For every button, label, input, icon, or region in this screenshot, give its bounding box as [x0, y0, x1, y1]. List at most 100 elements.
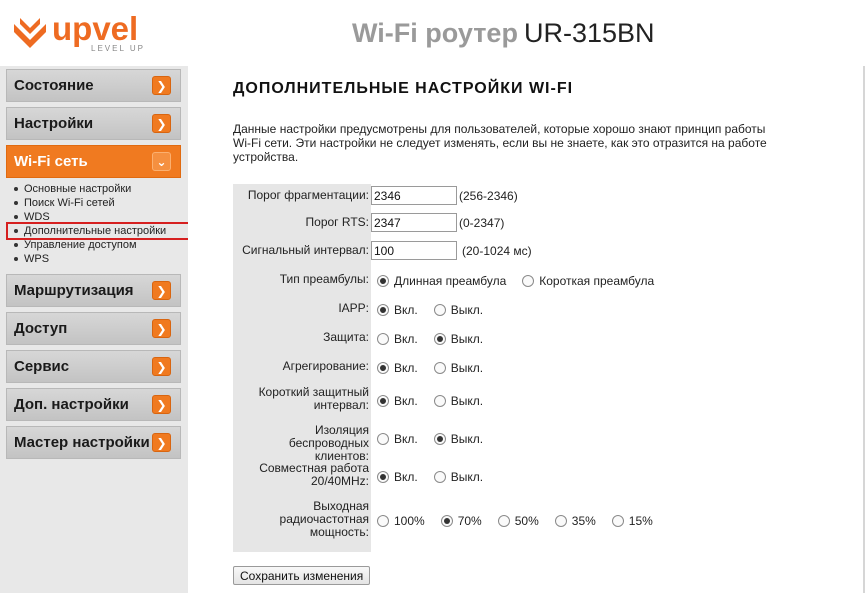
preamble-label: Тип преамбулы:	[279, 272, 369, 286]
coexist-on-label: Вкл.	[394, 470, 418, 484]
short-gi-off-radio[interactable]	[433, 395, 446, 407]
coexist-off-label: Выкл.	[450, 470, 484, 484]
submenu-item-access-control[interactable]: Управление доступом	[14, 238, 186, 252]
chevron-right-icon: ❯	[152, 433, 171, 452]
page-title: ДОПОЛНИТЕЛЬНЫЕ НАСТРОЙКИ WI-FI	[233, 80, 574, 97]
row-rf-power: Выходная радиочастотная мощность: 100% 7…	[233, 500, 863, 542]
power-100-radio[interactable]	[377, 515, 389, 527]
chevron-right-icon: ❯	[152, 319, 171, 338]
isolation-on-radio[interactable]	[377, 433, 389, 445]
iapp-off-radio[interactable]	[433, 304, 446, 316]
row-client-isolation: Изоляция беспроводных клиентов: Вкл. Вык…	[233, 424, 863, 463]
power-50-radio[interactable]	[497, 515, 510, 527]
rts-range: (0-2347)	[459, 215, 505, 230]
power-100-label: 100%	[394, 514, 425, 528]
iapp-on-label: Вкл.	[394, 303, 418, 317]
iapp-label: IAPP:	[338, 301, 369, 315]
preamble-short-radio[interactable]	[522, 275, 535, 287]
rts-input[interactable]	[371, 213, 457, 232]
short-gi-on-radio[interactable]	[377, 395, 389, 407]
router-title: Wi-Fi роутер UR-315BN	[352, 18, 655, 49]
protection-on-radio[interactable]	[377, 333, 389, 345]
chevron-right-icon: ❯	[152, 281, 171, 300]
sidebar-item-label: Состояние	[14, 77, 94, 94]
protection-off-label: Выкл.	[450, 332, 484, 346]
iapp-on-radio[interactable]	[377, 304, 389, 316]
chevron-right-icon: ❯	[152, 395, 171, 414]
sidebar: Состояние ❯ Настройки ❯ Wi-Fi сеть ⌄ Осн…	[0, 66, 190, 593]
save-changes-button[interactable]: Сохранить изменения	[233, 566, 371, 585]
isolation-label: Изоляция беспроводных клиентов:	[288, 423, 369, 463]
logo-chevron-icon	[14, 18, 46, 48]
short-gi-label: Короткий защитный интервал:	[258, 385, 369, 412]
isolation-off-radio[interactable]	[433, 433, 446, 445]
row-preamble: Тип преамбулы: Длинная преамбула Коротка…	[233, 273, 863, 289]
page-description: Данные настройки предусмотрены для польз…	[233, 122, 767, 164]
upvel-logo[interactable]: upvel LEVEL UP	[12, 10, 162, 56]
beacon-range: (20-1024 мс)	[462, 243, 532, 258]
coexist-on-radio[interactable]	[377, 471, 389, 483]
sidebar-item-routing[interactable]: Маршрутизация ❯	[6, 274, 181, 307]
preamble-long-radio[interactable]	[377, 275, 389, 287]
beacon-label: Сигнальный интервал:	[242, 243, 369, 257]
router-title-prefix: Wi-Fi роутер	[352, 18, 518, 48]
iapp-off-label: Выкл.	[450, 303, 484, 317]
short-gi-on-label: Вкл.	[394, 394, 418, 408]
fragmentation-range: (256-2346)	[459, 188, 518, 203]
sidebar-item-service[interactable]: Сервис ❯	[6, 350, 181, 383]
coexist-label: Совместная работа 20/40MHz:	[259, 461, 369, 488]
sidebar-item-label: Мастер настройки	[14, 434, 150, 451]
sidebar-item-status[interactable]: Состояние ❯	[6, 69, 181, 102]
sidebar-item-label: Маршрутизация	[14, 282, 134, 299]
isolation-on-label: Вкл.	[394, 432, 418, 446]
power-35-radio[interactable]	[554, 515, 567, 527]
fragmentation-input[interactable]	[371, 186, 457, 205]
router-model: UR-315BN	[523, 18, 655, 48]
submenu-item-basic[interactable]: Основные настройки	[14, 182, 186, 196]
sidebar-item-label: Настройки	[14, 115, 94, 132]
preamble-long-label: Длинная преамбула	[394, 274, 507, 288]
sidebar-item-access[interactable]: Доступ ❯	[6, 312, 181, 345]
logo-wordmark: upvel	[52, 10, 139, 47]
row-beacon-interval: Сигнальный интервал: (20-1024 мс)	[233, 241, 863, 261]
main-content: ДОПОЛНИТЕЛЬНЫЕ НАСТРОЙКИ WI-FI Данные на…	[188, 66, 863, 593]
submenu-item-wps[interactable]: WPS	[14, 252, 186, 266]
power-70-radio[interactable]	[440, 515, 453, 527]
chevron-right-icon: ❯	[152, 76, 171, 95]
beacon-input[interactable]	[371, 241, 457, 260]
aggregation-off-radio[interactable]	[433, 362, 446, 374]
chevron-right-icon: ❯	[152, 114, 171, 133]
submenu-item-advanced[interactable]: Дополнительные настройки	[6, 222, 190, 240]
chevron-right-icon: ❯	[152, 357, 171, 376]
logo-tagline: LEVEL UP	[91, 44, 145, 53]
sidebar-item-settings[interactable]: Настройки ❯	[6, 107, 181, 140]
row-iapp: IAPP: Вкл. Выкл.	[233, 302, 863, 318]
aggregation-on-label: Вкл.	[394, 361, 418, 375]
chevron-down-icon: ⌄	[152, 152, 171, 171]
aggregation-label: Агрегирование:	[282, 359, 369, 373]
row-short-guard-interval: Короткий защитный интервал: Вкл. Выкл.	[233, 386, 863, 414]
fragmentation-label: Порог фрагментации:	[247, 188, 369, 202]
sidebar-item-label: Сервис	[14, 358, 70, 375]
submenu-item-site-survey[interactable]: Поиск Wi-Fi сетей	[14, 196, 186, 210]
header: upvel LEVEL UP Wi-Fi роутер UR-315BN	[0, 0, 865, 66]
row-rts: Порог RTS: (0-2347)	[233, 213, 863, 233]
row-coexistence: Совместная работа 20/40MHz: Вкл. Выкл.	[233, 462, 863, 490]
submenu-item-wds[interactable]: WDS	[14, 210, 186, 224]
aggregation-on-radio[interactable]	[377, 362, 389, 374]
protection-label: Защита:	[323, 330, 369, 344]
preamble-short-label: Короткая преамбула	[539, 274, 655, 288]
power-15-label: 15%	[628, 514, 653, 528]
protection-off-radio[interactable]	[433, 333, 446, 345]
power-15-radio[interactable]	[611, 515, 624, 527]
sidebar-item-wifi[interactable]: Wi-Fi сеть ⌄	[6, 145, 181, 178]
sidebar-item-wizard[interactable]: Мастер настройки ❯	[6, 426, 181, 459]
power-50-label: 50%	[514, 514, 539, 528]
rts-label: Порог RTS:	[305, 215, 369, 229]
sidebar-item-extra-settings[interactable]: Доп. настройки ❯	[6, 388, 181, 421]
power-label: Выходная радиочастотная мощность:	[279, 499, 369, 539]
coexist-off-radio[interactable]	[433, 471, 446, 483]
isolation-off-label: Выкл.	[450, 432, 484, 446]
row-protection: Защита: Вкл. Выкл.	[233, 331, 863, 347]
sidebar-item-label: Доступ	[14, 320, 68, 337]
